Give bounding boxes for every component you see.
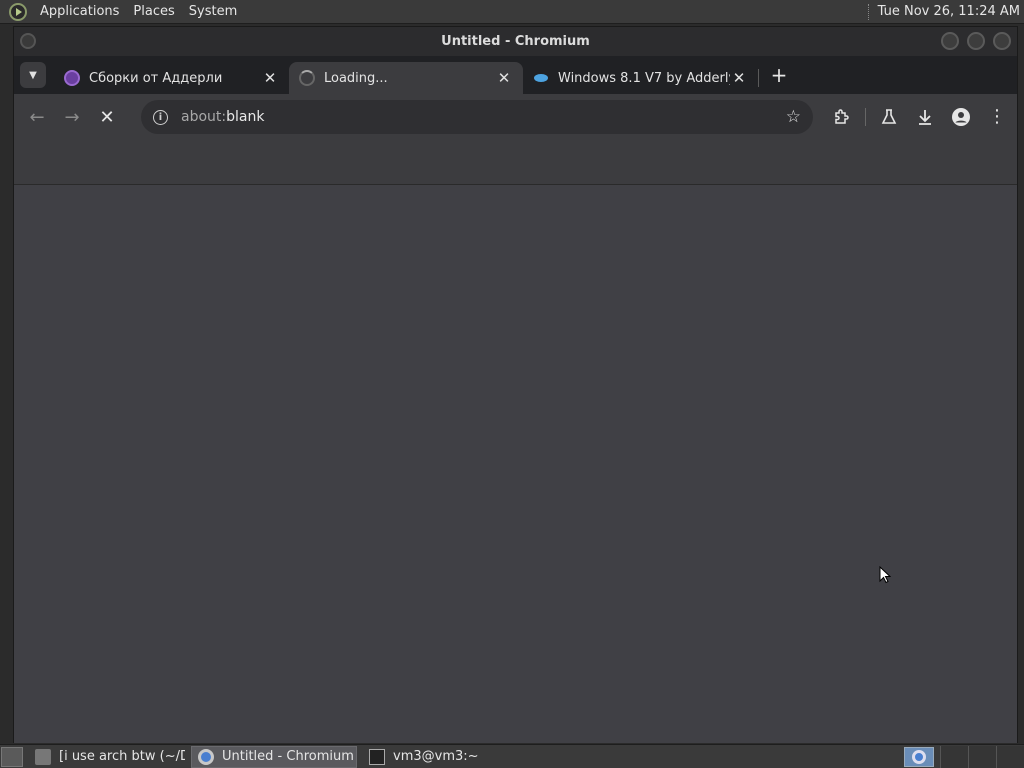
extensions-button[interactable] bbox=[827, 102, 857, 132]
toolbar-separator bbox=[865, 108, 866, 126]
bottom-panel: [i use arch btw (~/D... Untitled - Chrom… bbox=[0, 744, 1024, 768]
new-tab-button[interactable]: + bbox=[765, 61, 793, 89]
tab-loading[interactable]: Loading... ✕ bbox=[289, 62, 523, 94]
system-tray bbox=[904, 745, 1024, 768]
applications-menu[interactable]: Applications bbox=[33, 4, 126, 19]
trash-icon bbox=[35, 748, 51, 765]
loading-spinner-icon bbox=[299, 70, 315, 86]
tab-title: Windows 8.1 V7 by Adderly bbox=[558, 70, 730, 86]
plus-icon: + bbox=[770, 63, 788, 87]
chevron-down-icon: ▼ bbox=[29, 69, 37, 81]
forward-arrow-icon: → bbox=[64, 106, 80, 128]
tab-windows81[interactable]: Windows 8.1 V7 by Adderly ✕ bbox=[523, 62, 758, 94]
window-menu-icon[interactable] bbox=[20, 33, 36, 49]
back-button[interactable]: ← bbox=[22, 102, 52, 132]
purple-circle-icon bbox=[64, 70, 80, 86]
clock[interactable]: Tue Nov 26, 11:24 AM bbox=[878, 4, 1024, 19]
forward-button[interactable]: → bbox=[57, 102, 87, 132]
window-controls bbox=[941, 32, 1011, 50]
panel-tray: Tue Nov 26, 11:24 AM bbox=[867, 0, 1024, 23]
flask-icon bbox=[881, 109, 897, 124]
downloads-button[interactable] bbox=[910, 102, 940, 132]
taskbar-item-chromium[interactable]: Untitled - Chromium bbox=[191, 745, 357, 768]
terminal-icon bbox=[369, 748, 385, 765]
taskbar-item-label: [i use arch btw (~/D... bbox=[59, 749, 185, 764]
tab-search-button[interactable]: ▼ bbox=[20, 62, 46, 88]
tab-strip: ▼ Сборки от Аддерли ✕ Loading... ✕ Windo… bbox=[14, 56, 1017, 94]
tab-close-icon[interactable]: ✕ bbox=[261, 69, 279, 87]
tab-divider bbox=[758, 69, 759, 87]
three-dots-icon: ⋮ bbox=[988, 106, 1006, 127]
tab-title: Loading... bbox=[324, 70, 388, 86]
tab-close-icon[interactable]: ✕ bbox=[495, 69, 513, 87]
window-titlebar[interactable]: Untitled - Chromium bbox=[14, 27, 1017, 56]
system-menu[interactable]: System bbox=[182, 4, 244, 19]
tab-title: Сборки от Аддерли bbox=[89, 70, 223, 86]
puzzle-icon bbox=[835, 109, 849, 124]
browser-toolbar: ← → ✕ i about:blank ☆ ⋮ bbox=[14, 94, 1017, 140]
url-text[interactable]: about:blank bbox=[181, 109, 786, 125]
applications-menu-icon[interactable] bbox=[9, 2, 27, 21]
menu-button[interactable]: ⋮ bbox=[982, 102, 1012, 132]
stop-icon: ✕ bbox=[99, 106, 115, 128]
profile-button[interactable] bbox=[946, 102, 976, 132]
tab-close-icon[interactable]: ✕ bbox=[730, 69, 748, 87]
labs-button[interactable] bbox=[874, 102, 904, 132]
bookmarks-bar bbox=[14, 140, 1017, 185]
address-bar[interactable]: i about:blank ☆ bbox=[141, 100, 813, 134]
close-window-button[interactable] bbox=[993, 32, 1011, 50]
stop-button[interactable]: ✕ bbox=[92, 102, 122, 132]
profile-icon bbox=[952, 108, 970, 126]
info-icon[interactable]: i bbox=[153, 109, 168, 125]
chromium-window: Untitled - Chromium ▼ Сборки от Аддерли … bbox=[13, 26, 1018, 743]
taskbar-item-label: vm3@vm3:~ bbox=[393, 749, 479, 764]
url-path: blank bbox=[226, 109, 265, 125]
panel-separator bbox=[867, 3, 870, 20]
workspace-switcher-2[interactable] bbox=[968, 745, 996, 768]
minimize-button[interactable] bbox=[941, 32, 959, 50]
tab-sborki[interactable]: Сборки от Аддерли ✕ bbox=[54, 62, 289, 94]
tray-chromium-icon[interactable] bbox=[904, 746, 934, 767]
mouse-cursor-icon bbox=[879, 565, 892, 588]
page-content[interactable] bbox=[14, 185, 1017, 743]
taskbar-item-terminal[interactable]: vm3@vm3:~ bbox=[363, 746, 527, 768]
download-icon bbox=[919, 110, 931, 125]
back-arrow-icon: ← bbox=[29, 106, 45, 128]
window-title: Untitled - Chromium bbox=[441, 34, 590, 49]
top-panel: Applications Places System Tue Nov 26, 1… bbox=[0, 0, 1024, 24]
bookmark-star-icon[interactable]: ☆ bbox=[786, 107, 801, 127]
show-desktop-button[interactable] bbox=[1, 746, 23, 767]
workspace-switcher-3[interactable] bbox=[996, 745, 1024, 768]
taskbar-item-file-manager[interactable]: [i use arch btw (~/D... bbox=[29, 746, 185, 768]
blue-logo-icon bbox=[533, 70, 549, 86]
url-scheme: about: bbox=[181, 109, 227, 125]
workspace-switcher-1[interactable] bbox=[940, 745, 968, 768]
taskbar-item-label: Untitled - Chromium bbox=[222, 749, 354, 764]
places-menu[interactable]: Places bbox=[126, 4, 181, 19]
chromium-icon bbox=[198, 748, 214, 765]
maximize-button[interactable] bbox=[967, 32, 985, 50]
